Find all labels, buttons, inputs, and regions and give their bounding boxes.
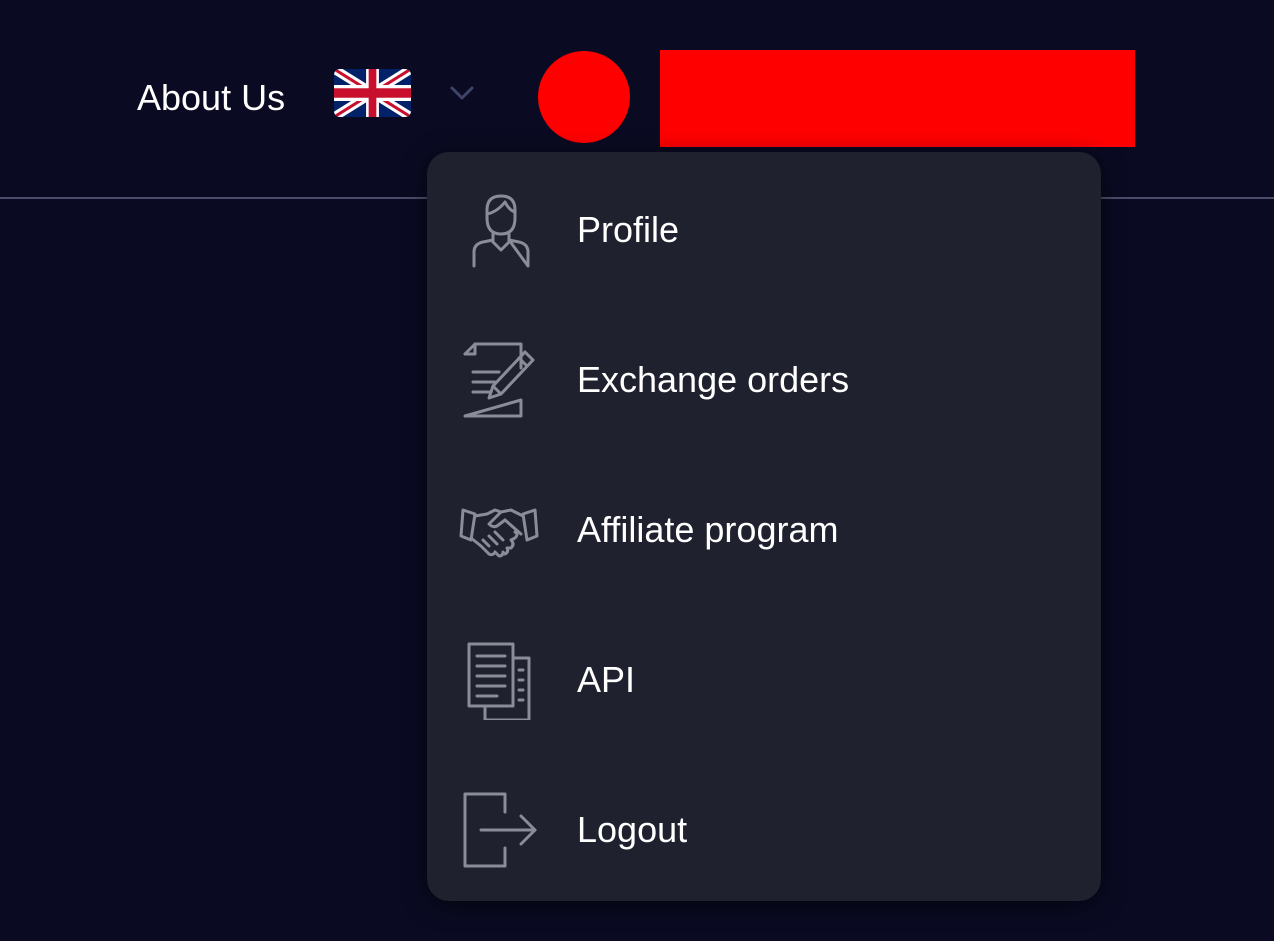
menu-item-api[interactable]: API — [427, 606, 1101, 746]
chevron-down-icon[interactable] — [447, 83, 477, 103]
menu-item-label: Profile — [577, 209, 680, 250]
page: About Us Profile Exchange orders Affilia… — [0, 0, 1274, 941]
menu-item-exchange-orders[interactable]: Exchange orders — [427, 306, 1101, 446]
logout-icon — [459, 790, 539, 870]
user-avatar[interactable] — [538, 51, 630, 143]
menu-item-label: API — [577, 659, 636, 700]
menu-item-label: Logout — [577, 809, 688, 850]
menu-item-label: Exchange orders — [577, 359, 850, 400]
documents-icon — [459, 640, 539, 720]
menu-item-logout[interactable]: Logout — [427, 756, 1101, 896]
uk-flag-icon — [334, 69, 411, 117]
menu-item-affiliate-program[interactable]: Affiliate program — [427, 456, 1101, 596]
username-redacted[interactable] — [660, 50, 1135, 147]
menu-item-profile[interactable]: Profile — [427, 156, 1101, 296]
about-us-link[interactable]: About Us — [137, 76, 285, 120]
document-edit-icon — [459, 340, 539, 420]
user-icon — [459, 190, 539, 270]
handshake-icon — [459, 490, 539, 570]
menu-item-label: Affiliate program — [577, 509, 839, 550]
user-menu-dropdown: Profile Exchange orders Affiliate progra… — [427, 152, 1101, 901]
language-switcher[interactable] — [334, 69, 484, 119]
